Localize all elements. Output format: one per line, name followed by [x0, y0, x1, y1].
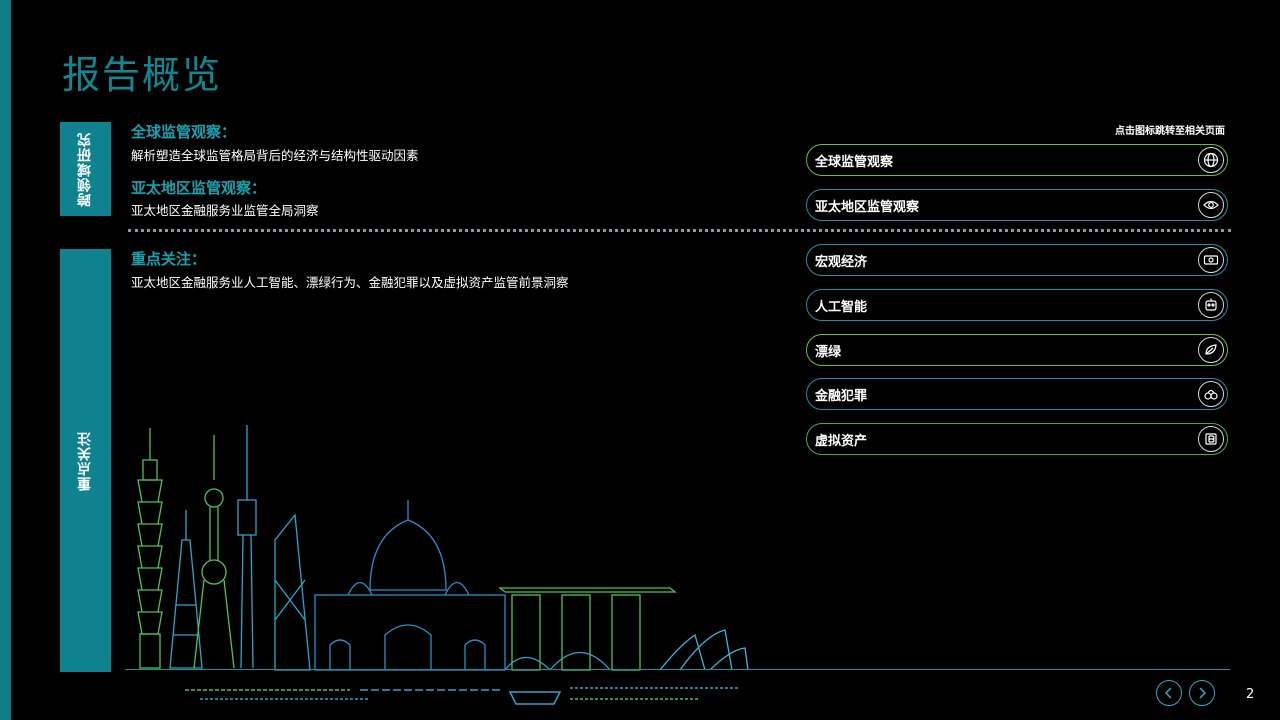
nav-hint: 点击图标跳转至相关页面 [1115, 126, 1225, 137]
section-text-focus: 亚太地区金融服务业人工智能、漂绿行为、金融犯罪以及虚拟资产监管前景洞察 [131, 275, 569, 290]
link-ai[interactable]: 人工智能 [806, 289, 1228, 321]
handcuffs-icon[interactable] [1198, 381, 1224, 407]
link-apac-regulation[interactable]: 亚太地区监管观察 [806, 189, 1228, 221]
chevron-left-icon [1164, 687, 1172, 699]
link-macroeconomics[interactable]: 宏观经济 [806, 244, 1228, 276]
link-label: 人工智能 [815, 299, 868, 315]
section-text-apac: 亚太地区金融服务业监管全局洞察 [131, 203, 319, 218]
side-label-cross-domain: 跨领域研究 [60, 122, 111, 216]
link-financial-crime[interactable]: 金融犯罪 [806, 378, 1228, 410]
chevron-right-icon [1199, 687, 1207, 699]
link-greenwashing[interactable]: 漂绿 [806, 334, 1228, 366]
section-heading-global: 全球监管观察： [131, 123, 237, 141]
section-text-global: 解析塑造全球监管格局背后的经济与结构性驱动因素 [131, 148, 419, 163]
prev-page-button[interactable] [1156, 680, 1182, 706]
dotted-divider [128, 229, 1231, 232]
link-label: 亚太地区监管观察 [815, 199, 920, 215]
link-label: 金融犯罪 [815, 388, 868, 404]
section-heading-focus: 重点关注： [131, 250, 207, 268]
section-heading-apac: 亚太地区监管观察： [131, 179, 267, 197]
page-number: 2 [1246, 687, 1255, 702]
side-label-focus: 重点关注 [60, 249, 111, 672]
next-page-button[interactable] [1189, 680, 1215, 706]
link-virtual-assets[interactable]: 虚拟资产 [806, 423, 1228, 455]
globe-icon[interactable] [1198, 147, 1224, 173]
crypto-icon[interactable] [1198, 426, 1224, 452]
link-label: 全球监管观察 [815, 154, 894, 170]
link-label: 虚拟资产 [815, 433, 868, 449]
link-label: 宏观经济 [815, 254, 868, 270]
side-label-cross-domain-text: 跨领域研究 [77, 131, 93, 207]
leaf-hand-icon[interactable] [1198, 337, 1224, 363]
robot-icon[interactable] [1198, 292, 1224, 318]
city-skyline-illustration [137, 425, 749, 705]
left-accent-bar [0, 0, 11, 720]
page-title: 报告概览 [62, 53, 223, 97]
link-label: 漂绿 [815, 344, 842, 360]
baseline-divider [125, 669, 1230, 670]
eye-icon[interactable] [1198, 192, 1224, 218]
link-global-regulation[interactable]: 全球监管观察 [806, 144, 1228, 176]
side-label-focus-text: 重点关注 [77, 430, 93, 491]
money-icon[interactable] [1198, 247, 1224, 273]
